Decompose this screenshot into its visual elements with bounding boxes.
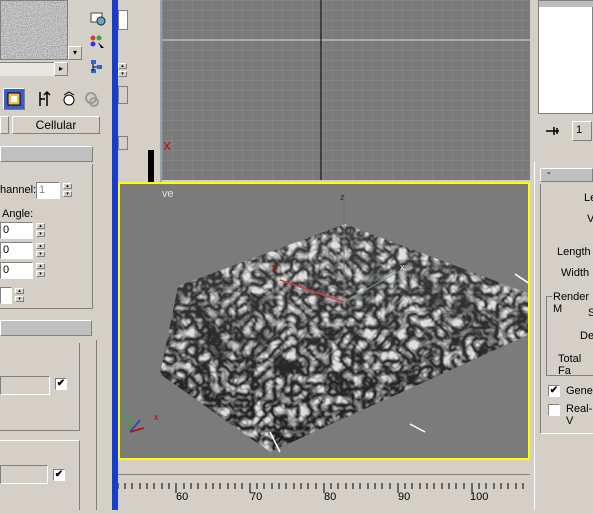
go-to-parent-icon[interactable] xyxy=(37,90,55,108)
generate-mapping-label: Gene xyxy=(566,385,593,397)
render-dialog-spinner[interactable]: ▴ ▾ xyxy=(118,63,127,77)
coordinates-rollout-header[interactable] xyxy=(0,146,93,162)
top-viewport-axis-icon xyxy=(163,141,171,151)
length-segs-label: Le xyxy=(584,192,593,204)
width-label: Width xyxy=(561,267,590,279)
gizmo-z-label: z xyxy=(340,192,345,202)
real-world-checkbox[interactable] xyxy=(548,404,560,416)
map-channel-spinner[interactable]: ▴ ▾ xyxy=(63,183,72,197)
map-channel-field[interactable]: 1 xyxy=(36,182,60,199)
parameters-collapse-label: - xyxy=(547,167,551,179)
length-label: Length xyxy=(557,246,591,258)
angle-u-field[interactable]: 0 xyxy=(0,222,33,239)
blur-field[interactable] xyxy=(0,287,12,304)
svg-text:x: x xyxy=(154,412,159,422)
map-name-dropdown[interactable] xyxy=(0,116,9,134)
gizmo-y-label: y xyxy=(273,262,278,272)
show-end-result-icon[interactable] xyxy=(83,90,101,108)
division-color-map-checkbox[interactable]: ✔ xyxy=(53,469,65,481)
modifier-stack-item[interactable] xyxy=(539,1,593,7)
width-segs-label: V xyxy=(587,213,593,225)
viewport-perspective[interactable]: ve z y x x z xyxy=(118,182,530,460)
scale-label: S xyxy=(588,307,593,319)
ruler-tick-60: 60 xyxy=(176,491,189,503)
density-label: De xyxy=(580,330,593,342)
total-faces-label: Total Fa xyxy=(558,353,582,377)
material-editor-panel: ▾ ▸ Cellular hannel: 1 ▴ ▾ Angle: 0 ▴ ▾ 0 … xyxy=(0,0,118,510)
real-world-label: Real-V xyxy=(566,403,593,427)
pin-stack-icon[interactable] xyxy=(544,124,562,138)
render-dialog-lock-icon[interactable] xyxy=(118,136,128,150)
svg-text:z: z xyxy=(122,412,127,422)
ruler-tick-70: 70 xyxy=(250,491,263,503)
material-effects-icon[interactable] xyxy=(89,10,107,26)
material-toolbar xyxy=(0,86,104,112)
ruler-left-bar xyxy=(112,474,118,510)
gizmo-x-label: x xyxy=(400,262,405,272)
go-forward-sibling-icon[interactable] xyxy=(60,90,78,108)
cell-color-map-checkbox[interactable]: ✔ xyxy=(55,378,67,390)
assign-material-icon[interactable] xyxy=(3,88,25,110)
ruler-tick-90: 90 xyxy=(398,491,411,503)
viewport-axis-tripod-icon: x z xyxy=(122,412,159,433)
time-ruler[interactable]: 60 70 80 90 100 xyxy=(117,474,530,510)
material-editor-scrollbar[interactable] xyxy=(96,340,108,510)
angle-w-spinner[interactable]: ▴ ▾ xyxy=(36,263,45,277)
material-sample-slot[interactable] xyxy=(0,0,68,60)
ruler-tick-80: 80 xyxy=(324,491,337,503)
slot-scroll-down[interactable]: ▾ xyxy=(68,46,82,60)
noise-preview-image xyxy=(1,1,67,59)
ruler-tick-100: 100 xyxy=(470,491,489,503)
map-channel-label: hannel: xyxy=(0,184,37,196)
angle-v-field[interactable]: 0 xyxy=(0,242,33,259)
noise-plane-render xyxy=(160,194,528,453)
generate-mapping-checkbox[interactable]: ✔ xyxy=(548,385,560,397)
material-map-navigator-icon[interactable] xyxy=(89,58,107,74)
cell-color-map-slot[interactable] xyxy=(0,376,50,395)
command-panel: 1 - Le V Length Width Render M S De Tota… xyxy=(530,0,593,510)
blur-spinner[interactable]: ▴ ▾ xyxy=(15,288,24,302)
slot-scroll-right[interactable]: ▸ xyxy=(54,62,68,76)
angle-w-field[interactable]: 0 xyxy=(0,262,33,279)
pick-material-icon[interactable] xyxy=(89,34,107,50)
show-end-result-toggle[interactable]: 1 xyxy=(572,121,592,141)
modifier-stack-list[interactable] xyxy=(538,0,593,114)
top-viewport-grid xyxy=(162,0,530,180)
division-color-map-slot[interactable] xyxy=(0,465,48,484)
angle-u-spinner[interactable]: ▴ ▾ xyxy=(36,223,45,237)
cellular-params-rollout-header[interactable] xyxy=(0,320,92,336)
angle-v-spinner[interactable]: ▴ ▾ xyxy=(36,243,45,257)
parameters-rollout-header[interactable]: - xyxy=(540,167,593,182)
angle-label: Angle: xyxy=(2,208,34,220)
render-dialog-field[interactable] xyxy=(118,10,128,30)
viewport-top[interactable] xyxy=(162,0,530,180)
render-multipliers-label: Render M xyxy=(552,291,593,315)
map-type-button[interactable]: Cellular xyxy=(12,116,100,134)
